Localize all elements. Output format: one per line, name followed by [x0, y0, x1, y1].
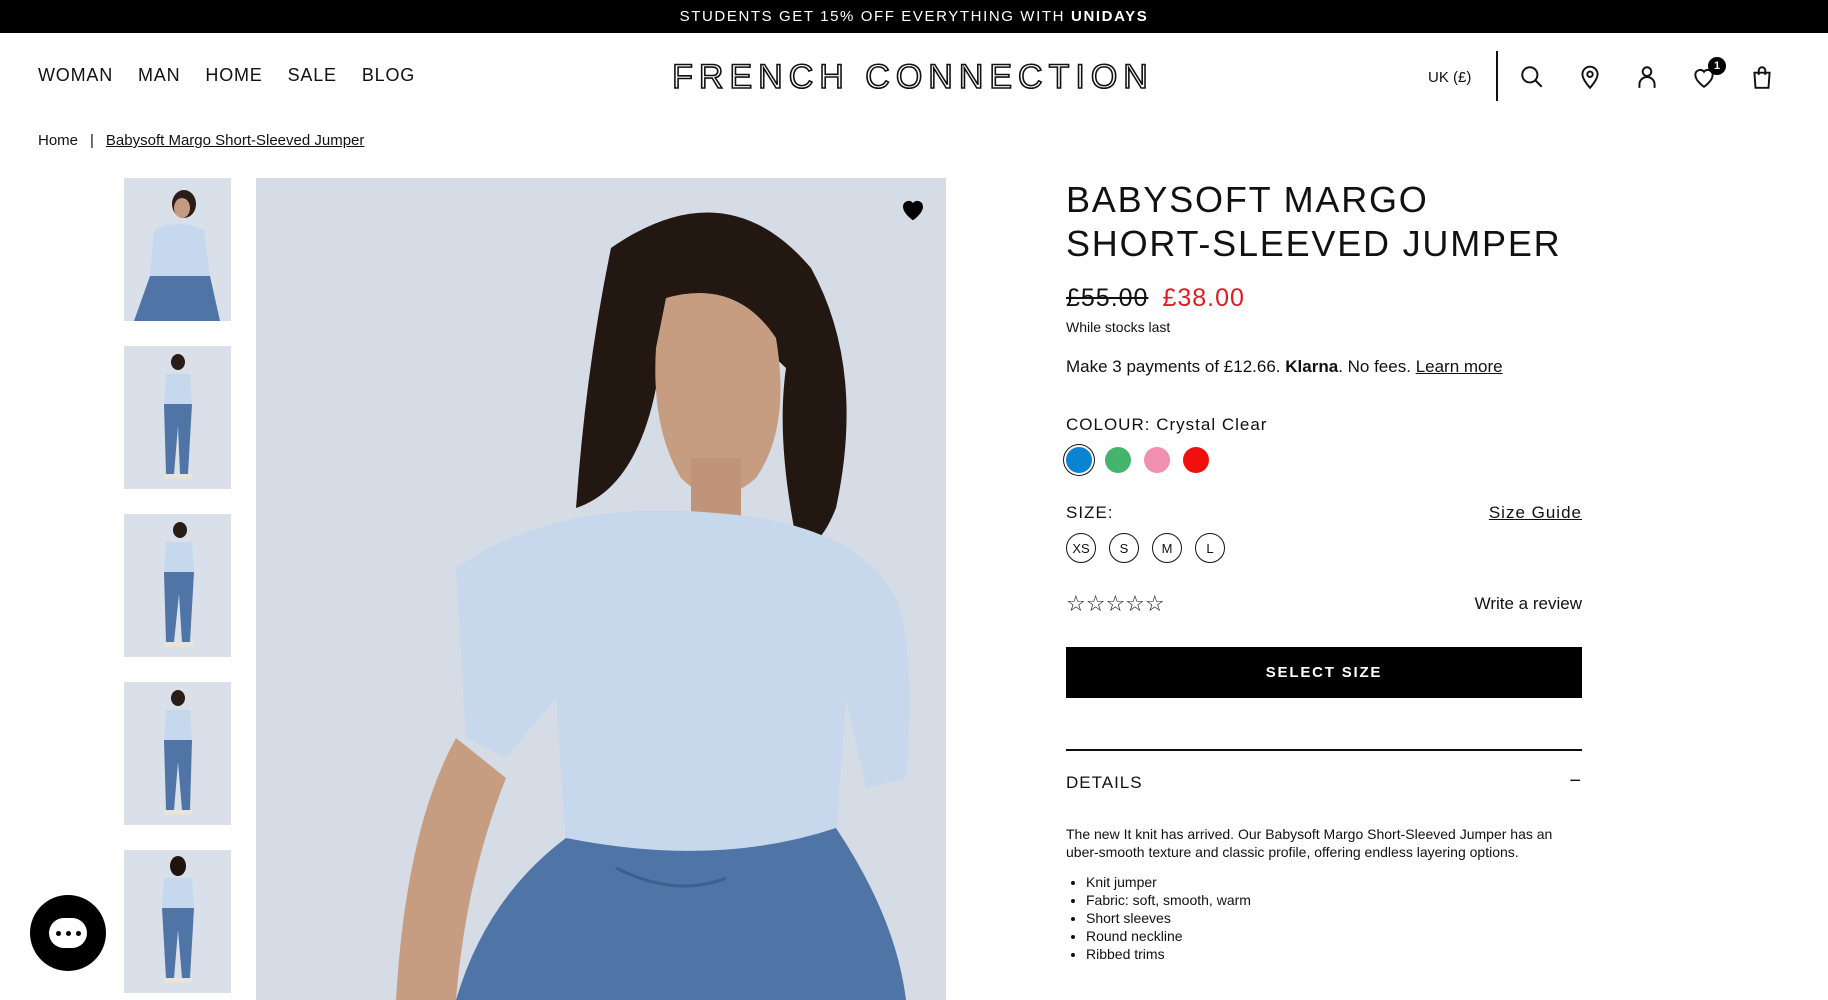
thumbnail-4[interactable] — [124, 682, 231, 825]
nav-blog[interactable]: BLOG — [362, 65, 415, 86]
thumbnail-3[interactable] — [124, 514, 231, 657]
nav-sale[interactable]: SALE — [288, 65, 337, 86]
product-photo — [256, 178, 946, 1000]
bag-button[interactable] — [1748, 63, 1776, 91]
klarna-suffix: . No fees. — [1338, 357, 1411, 376]
header-divider — [1496, 51, 1498, 101]
logo-text: FRENCH CONNECTION — [672, 59, 1154, 93]
thumbnail-image — [124, 346, 231, 489]
thumbnail-5[interactable] — [124, 850, 231, 993]
rating-stars[interactable]: ☆☆☆☆☆ — [1066, 591, 1165, 617]
swatch-blue[interactable] — [1066, 447, 1092, 473]
main-nav: WOMAN MAN HOME SALE BLOG — [38, 65, 415, 86]
details-list: Knit jumper Fabric: soft, smooth, warm S… — [1066, 873, 1582, 963]
details-accordion-header[interactable]: DETAILS − — [1066, 749, 1582, 793]
details-bullet: Short sleeves — [1086, 909, 1582, 927]
swatch-green[interactable] — [1105, 447, 1131, 473]
colour-label: COLOUR: — [1066, 415, 1151, 434]
klarna-prefix: Make 3 payments of £12.66. — [1066, 357, 1281, 376]
size-option-l[interactable]: L — [1195, 533, 1225, 563]
location-icon — [1581, 65, 1599, 90]
chat-button[interactable] — [30, 895, 106, 971]
locale-selector[interactable]: UK (£) — [1428, 69, 1471, 86]
original-price: £55.00 — [1066, 284, 1149, 312]
heart-icon[interactable] — [898, 194, 928, 224]
thumbnail-2[interactable] — [124, 346, 231, 489]
klarna-message: Make 3 payments of £12.66. Klarna. No fe… — [1066, 357, 1582, 377]
size-label: SIZE: — [1066, 503, 1114, 522]
write-review-link[interactable]: Write a review — [1475, 594, 1582, 614]
size-guide-link[interactable]: Size Guide — [1489, 503, 1582, 523]
swatch-red[interactable] — [1183, 447, 1209, 473]
collapse-icon[interactable]: − — [1569, 771, 1582, 793]
promo-bar[interactable]: STUDENTS GET 15% OFF EVERYTHING WITH UNI… — [0, 0, 1828, 33]
colour-swatches — [1066, 447, 1582, 473]
main-product-image[interactable] — [256, 178, 946, 1000]
breadcrumb-current[interactable]: Babysoft Margo Short-Sleeved Jumper — [106, 132, 364, 149]
account-button[interactable] — [1633, 63, 1661, 91]
chat-icon — [49, 918, 87, 948]
site-header: WOMAN MAN HOME SALE BLOG FRENCH CONNECTI… — [0, 33, 1828, 121]
details-description: The new It knit has arrived. Our Babysof… — [1066, 826, 1553, 860]
sale-price: £38.00 — [1162, 284, 1245, 312]
product-info: BABYSOFT MARGO SHORT-SLEEVED JUMPER £55.… — [1066, 178, 1582, 963]
brand-logo[interactable]: FRENCH CONNECTION — [656, 59, 1170, 93]
store-locator-button[interactable] — [1576, 63, 1604, 91]
product-title: BABYSOFT MARGO SHORT-SLEEVED JUMPER — [1066, 179, 1562, 264]
nav-man[interactable]: MAN — [138, 65, 180, 86]
account-icon — [1638, 66, 1656, 88]
swatch-pink[interactable] — [1144, 447, 1170, 473]
wishlist-button[interactable]: 1 — [1690, 57, 1726, 91]
review-row: ☆☆☆☆☆ Write a review — [1066, 591, 1582, 617]
colour-label-row: COLOUR: Crystal Clear — [1066, 415, 1582, 435]
size-option-xs[interactable]: XS — [1066, 533, 1096, 563]
details-content: The new It knit has arrived. Our Babysof… — [1066, 825, 1582, 963]
colour-value: Crystal Clear — [1156, 415, 1268, 434]
thumbnail-1[interactable] — [124, 178, 231, 321]
klarna-learn-more-link[interactable]: Learn more — [1416, 357, 1503, 376]
size-label-row: SIZE: Size Guide — [1066, 503, 1582, 523]
thumbnail-gallery — [124, 178, 231, 1000]
size-option-s[interactable]: S — [1109, 533, 1139, 563]
size-options: XS S M L — [1066, 533, 1582, 563]
thumbnail-image — [124, 178, 231, 321]
thumbnail-image — [124, 682, 231, 825]
promo-text: STUDENTS GET 15% OFF EVERYTHING WITH — [679, 8, 1066, 25]
klarna-brand: Klarna — [1285, 357, 1339, 376]
search-button[interactable] — [1518, 63, 1546, 91]
details-title: DETAILS — [1066, 773, 1143, 792]
details-bullet: Knit jumper — [1086, 873, 1582, 891]
select-size-button[interactable]: SELECT SIZE — [1066, 647, 1582, 698]
thumbnail-image — [124, 850, 231, 993]
details-bullet: Ribbed trims — [1086, 945, 1582, 963]
stock-note: While stocks last — [1066, 319, 1171, 335]
promo-brand: UNIDAYS — [1071, 8, 1149, 25]
breadcrumb-separator: | — [90, 132, 94, 149]
details-bullet: Fabric: soft, smooth, warm — [1086, 891, 1582, 909]
price-block: £55.00 £38.00 — [1066, 284, 1582, 313]
size-option-m[interactable]: M — [1152, 533, 1182, 563]
thumbnail-image — [124, 514, 231, 657]
breadcrumb: Home | Babysoft Margo Short-Sleeved Jump… — [38, 132, 364, 149]
nav-home[interactable]: HOME — [205, 65, 262, 86]
nav-woman[interactable]: WOMAN — [38, 65, 113, 86]
wishlist-count-badge: 1 — [1708, 57, 1726, 75]
details-bullet: Round neckline — [1086, 927, 1582, 945]
breadcrumb-home[interactable]: Home — [38, 132, 78, 149]
search-icon — [1521, 66, 1543, 88]
bag-icon — [1753, 66, 1771, 89]
